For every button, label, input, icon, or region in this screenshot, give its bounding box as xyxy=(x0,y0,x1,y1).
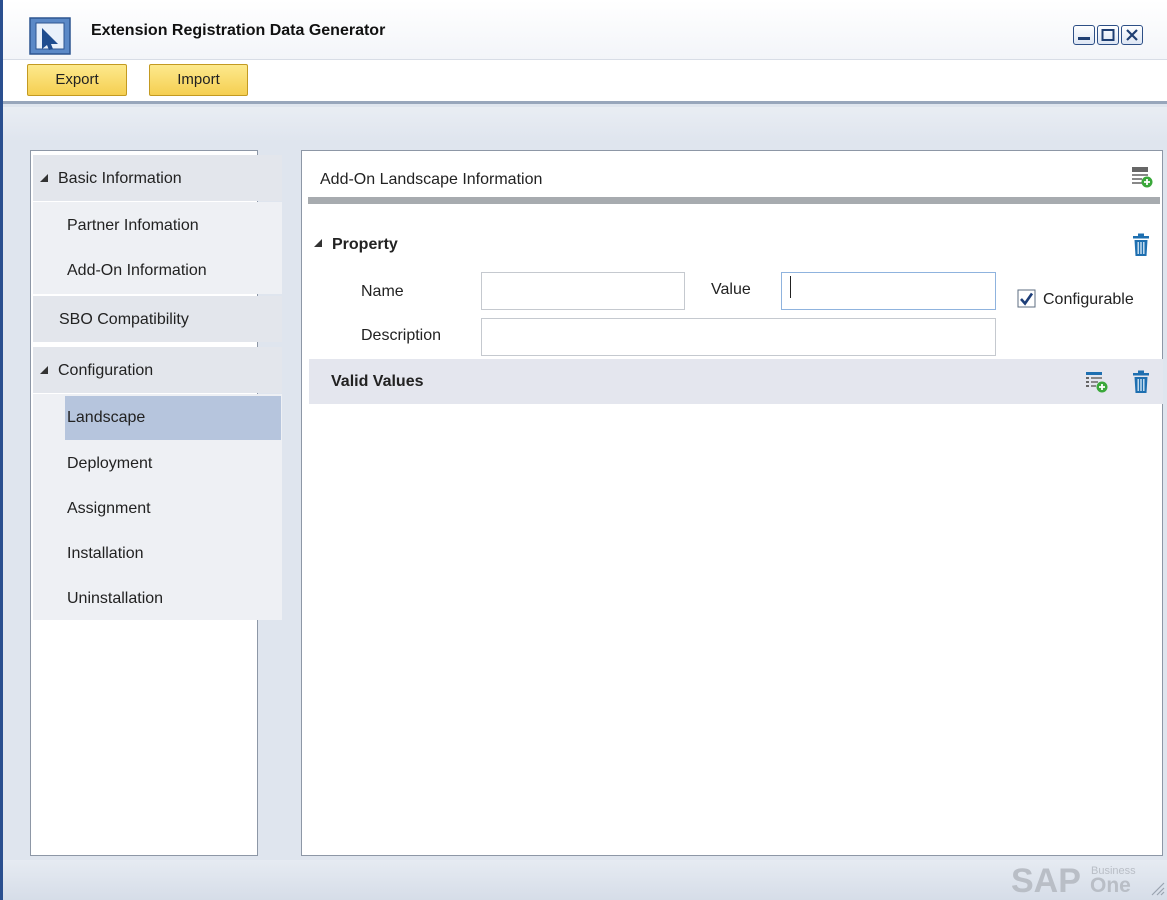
valid-values-header: Valid Values xyxy=(331,373,424,390)
description-label: Description xyxy=(361,327,442,344)
resize-grip-icon[interactable] xyxy=(1149,880,1165,896)
collapse-triangle-icon[interactable] xyxy=(314,239,322,247)
header-band xyxy=(3,107,1167,142)
delete-valid-value-icon[interactable] xyxy=(1131,370,1151,394)
add-section-icon[interactable] xyxy=(1130,165,1154,189)
description-input[interactable] xyxy=(481,318,996,356)
value-label: Value xyxy=(711,281,751,298)
valid-values-bar: Valid Values xyxy=(309,359,1163,404)
nav-group-label: SBO Compatibility xyxy=(59,311,189,328)
close-button[interactable] xyxy=(1121,25,1143,45)
nav-group-label: Configuration xyxy=(58,362,154,379)
nav-group-label: Basic Information xyxy=(58,170,182,187)
sap-business-one-logo: SAP Business One xyxy=(1011,862,1136,896)
configurable-checkbox[interactable] xyxy=(1017,289,1037,309)
toolbar: Export Import xyxy=(3,60,1167,104)
app-window: Extension Registration Data Generator Ex… xyxy=(0,0,1167,900)
maximize-icon xyxy=(1101,29,1115,41)
nav-group-basic-information[interactable]: Basic Information xyxy=(33,155,282,201)
name-input[interactable] xyxy=(481,272,685,310)
delete-property-icon[interactable] xyxy=(1131,233,1151,257)
app-logo-icon xyxy=(29,17,71,55)
window-title: Extension Registration Data Generator xyxy=(91,22,386,39)
property-header-label: Property xyxy=(332,236,398,253)
title-bar[interactable]: Extension Registration Data Generator xyxy=(3,0,1167,60)
value-input[interactable] xyxy=(781,272,996,310)
logo-one-text: One xyxy=(1090,874,1131,896)
property-header[interactable]: Property xyxy=(314,236,398,254)
logo-sap-text: SAP xyxy=(1011,862,1081,896)
section-title: Add-On Landscape Information xyxy=(320,171,543,188)
minimize-button[interactable] xyxy=(1073,25,1095,45)
nav-item-partner-information[interactable]: Partner Infomation xyxy=(65,204,282,248)
close-icon xyxy=(1126,29,1138,41)
nav-item-assignment[interactable]: Assignment xyxy=(65,487,282,531)
configurable-label: Configurable xyxy=(1043,291,1134,308)
nav-item-add-on-information[interactable]: Add-On Information xyxy=(65,249,282,293)
export-button[interactable]: Export xyxy=(27,64,127,96)
content-panel: Add-On Landscape Information Property xyxy=(301,150,1163,856)
nav-group-sbo-compatibility[interactable]: SBO Compatibility xyxy=(33,296,282,342)
maximize-button[interactable] xyxy=(1097,25,1119,45)
nav-item-uninstallation[interactable]: Uninstallation xyxy=(65,577,282,621)
name-label: Name xyxy=(361,283,404,300)
minimize-icon xyxy=(1078,37,1090,40)
collapse-triangle-icon[interactable] xyxy=(40,174,48,182)
nav-item-deployment[interactable]: Deployment xyxy=(65,442,282,486)
nav-item-installation[interactable]: Installation xyxy=(65,532,282,576)
nav-item-landscape[interactable]: Landscape xyxy=(65,396,281,440)
section-divider xyxy=(308,197,1160,204)
collapse-triangle-icon[interactable] xyxy=(40,366,48,374)
add-row-icon[interactable] xyxy=(1085,370,1109,394)
text-caret xyxy=(790,276,791,298)
nav-group-configuration[interactable]: Configuration xyxy=(33,347,282,393)
import-button[interactable]: Import xyxy=(149,64,248,96)
status-bar xyxy=(3,860,1167,900)
